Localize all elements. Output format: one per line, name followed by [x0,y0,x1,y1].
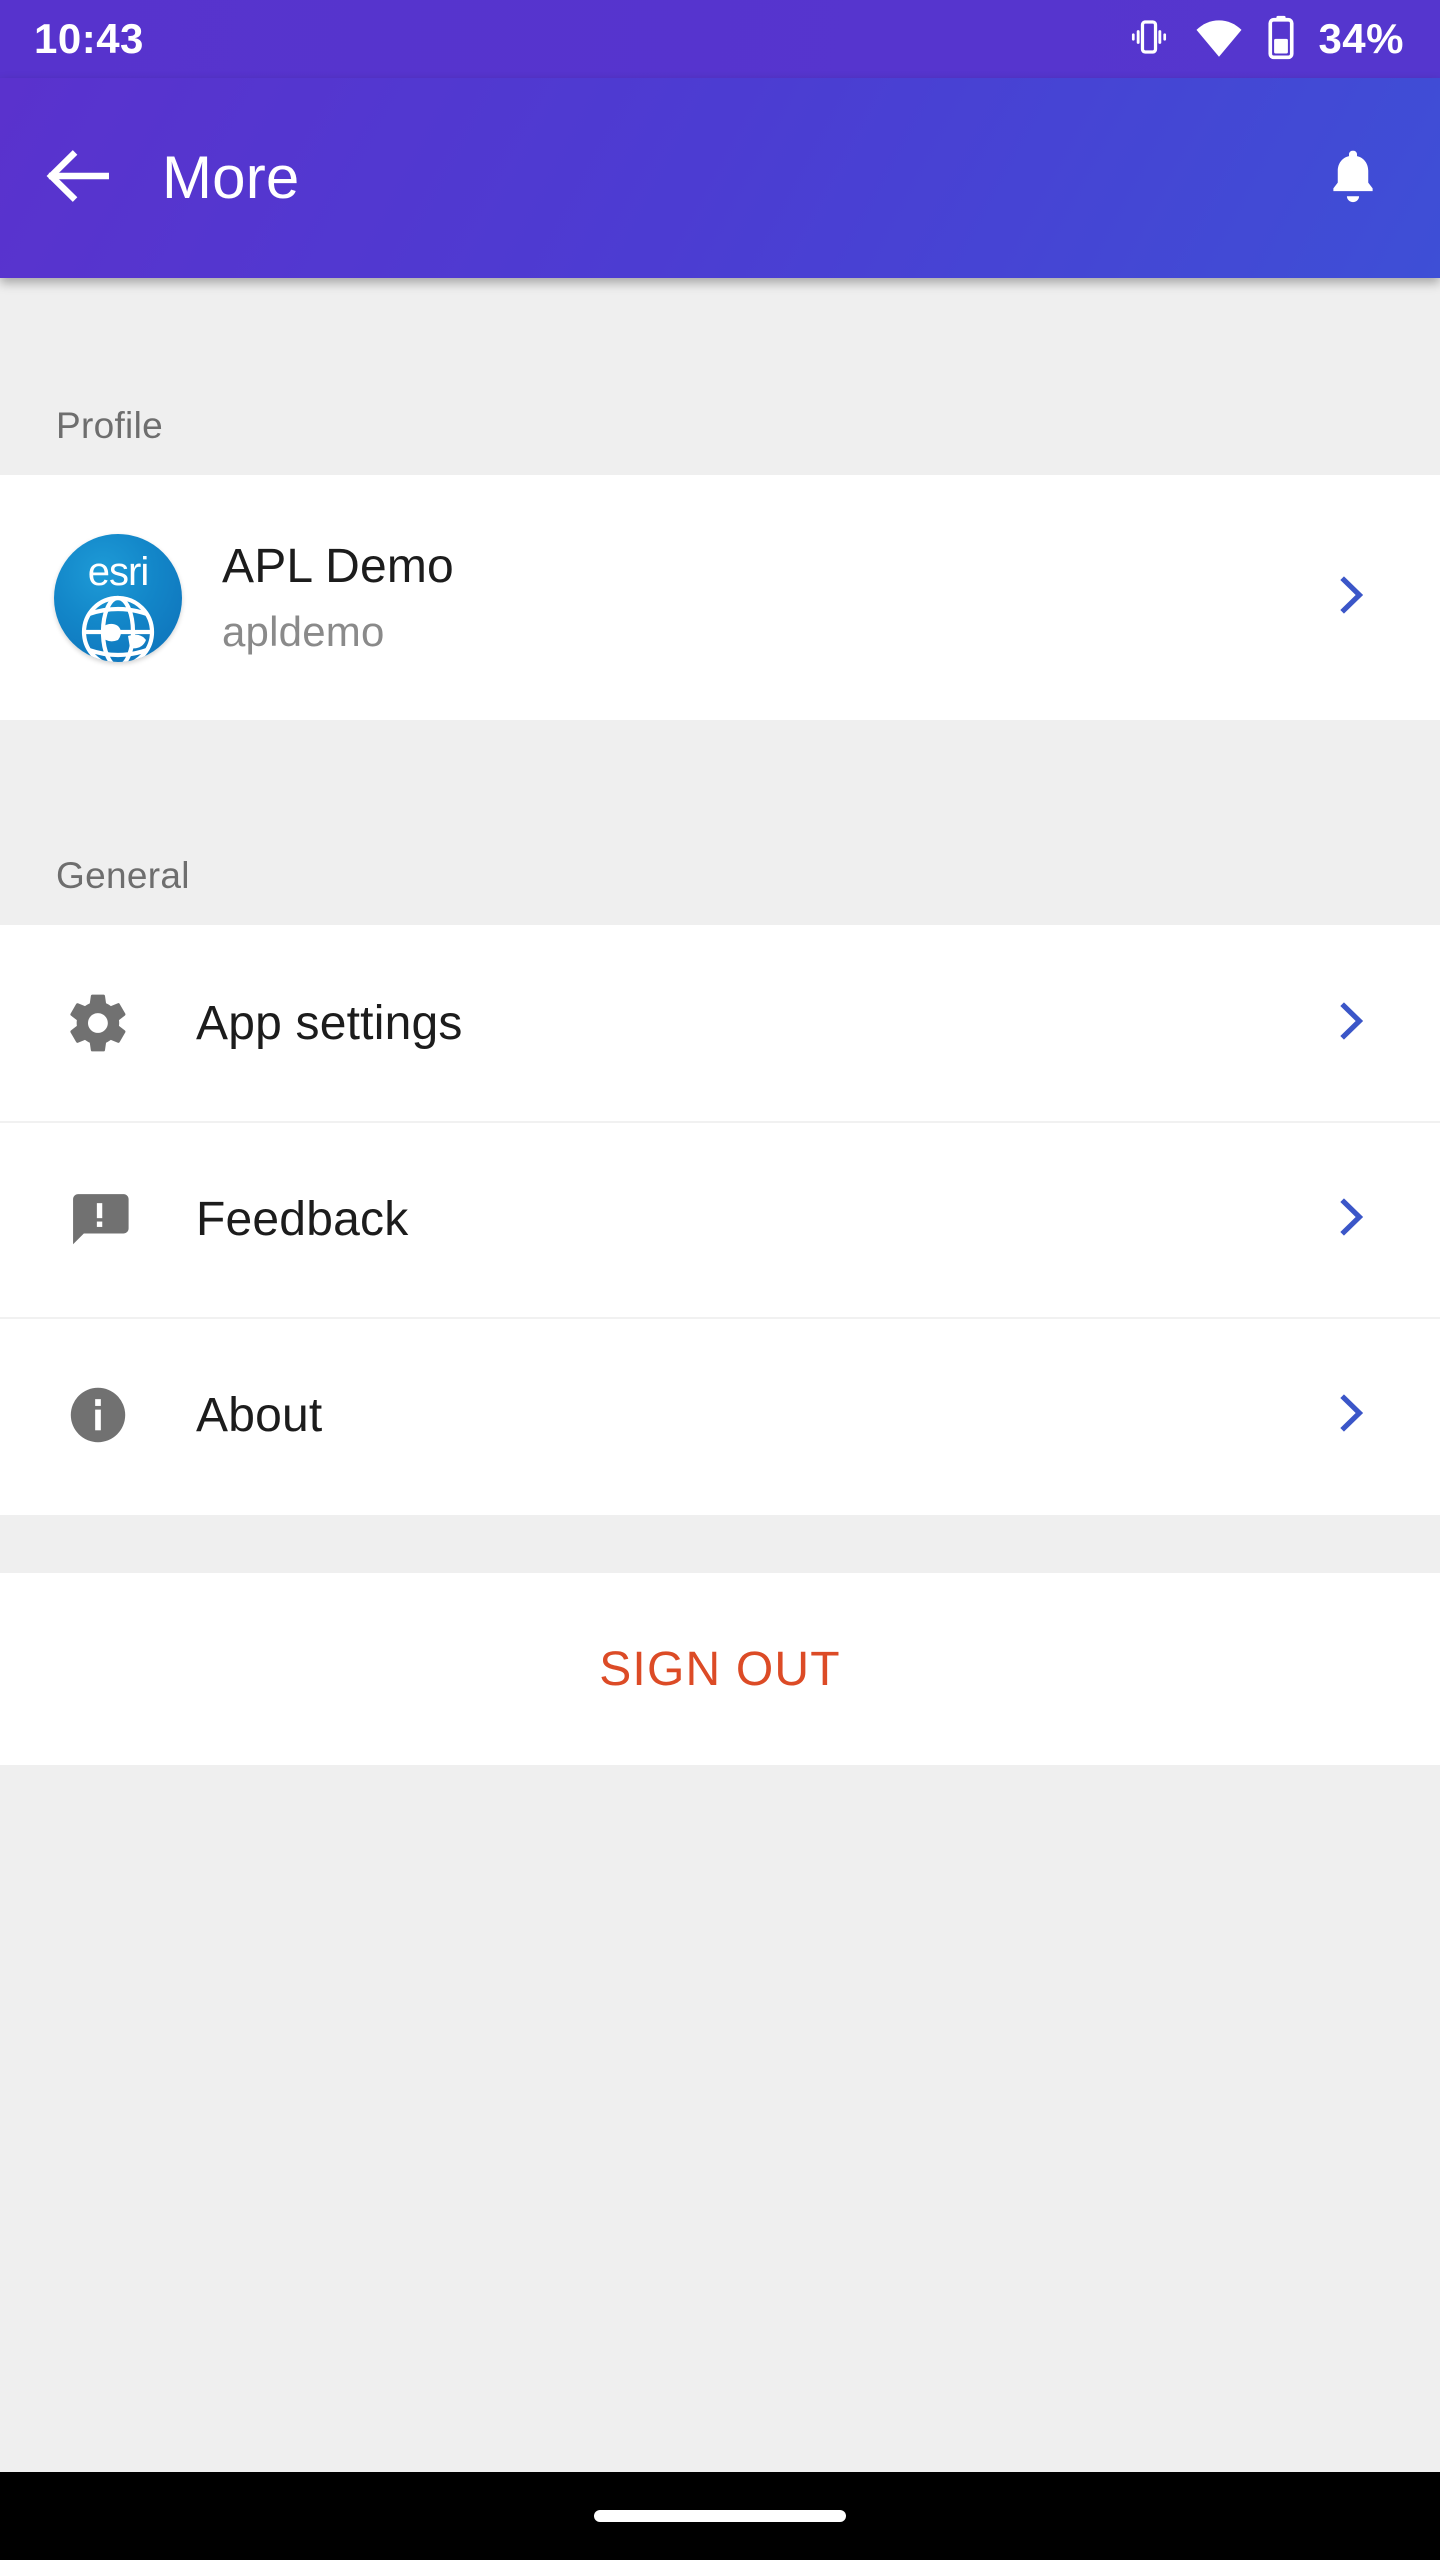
battery-percent-label: 34% [1318,15,1404,62]
profile-display-name: APL Demo [222,540,454,594]
chevron-right-icon [1327,1193,1375,1246]
app-bar: More [0,78,1440,278]
page-title: More [162,144,300,211]
status-bar-icons: 34% [1126,14,1404,65]
list-item-label: About [196,1388,323,1442]
about-chevron[interactable] [1316,1389,1386,1442]
section-header-profile: Profile [0,278,1440,475]
wifi-icon [1194,14,1244,65]
status-bar: 10:43 34% [0,0,1440,78]
sign-out-label: SIGN OUT [599,1642,841,1696]
avatar: esri [54,533,182,662]
feedback-bubble-icon [0,1185,196,1253]
battery-icon [1266,14,1296,65]
info-circle-icon [0,1381,196,1449]
phone-screen: 10:43 34% More Profile esri APL Demo apl… [0,0,1440,2560]
general-list: App settings Feedback About [0,925,1440,1515]
notifications-button[interactable] [1298,123,1408,233]
list-item-feedback[interactable]: Feedback [0,1121,1440,1317]
vibrate-icon [1126,14,1172,65]
profile-username: apldemo [222,607,385,655]
chevron-right-icon [1327,1389,1375,1442]
list-item-label: Feedback [196,1192,409,1246]
app-settings-chevron[interactable] [1316,997,1386,1050]
globe-graphic-icon [68,588,168,662]
bell-icon [1322,145,1384,212]
chevron-right-icon [1327,997,1375,1050]
list-item-about[interactable]: About [0,1317,1440,1513]
list-item-label: App settings [196,996,463,1050]
sign-out-button[interactable]: SIGN OUT [0,1573,1440,1765]
back-button[interactable] [22,122,134,234]
gear-icon [0,989,196,1057]
list-item-app-settings[interactable]: App settings [0,925,1440,1121]
profile-text-group: APL Demo apldemo [222,540,454,655]
profile-row[interactable]: esri APL Demo apldemo [0,475,1440,720]
profile-chevron[interactable] [1316,571,1386,624]
home-gesture-pill[interactable] [594,2510,846,2522]
status-bar-clock: 10:43 [34,15,144,62]
arrow-left-icon [41,139,115,218]
section-header-general: General [0,720,1440,925]
feedback-chevron[interactable] [1316,1193,1386,1246]
chevron-right-icon [1327,571,1375,624]
system-navigation-bar [0,2472,1440,2560]
